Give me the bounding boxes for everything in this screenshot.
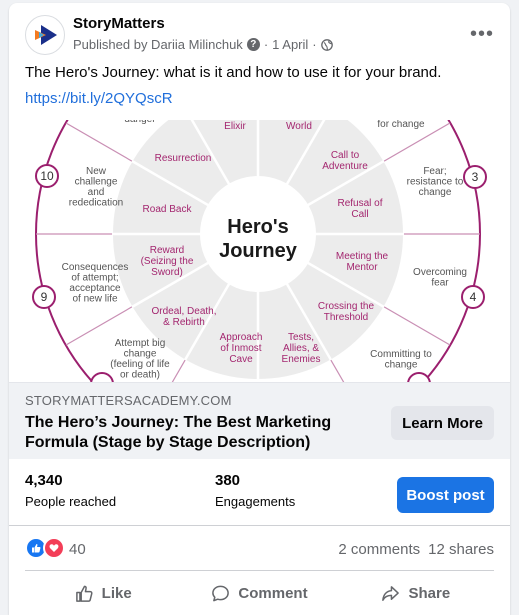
reaction-icons[interactable] [25,537,65,559]
post-meta: Published by Dariia Milinchuk ? · 1 Apri… [73,37,333,52]
comment-icon [212,585,230,601]
stage-number-3-label: 3 [472,170,479,184]
inner-label-ordeal-line2: & Rebirth [163,317,205,328]
outer-label-new-challenge-line3: and [88,187,105,198]
outer-label-attempt-big-change-line4: or death) [120,370,160,381]
stage-number-4: 4 [461,285,485,309]
post-link[interactable]: https://bit.ly/2QYQscR [25,90,173,107]
outer-label-fear-resistance-line1: Fear; [423,166,446,177]
engagements-value: 380 [215,472,241,489]
people-reached-value: 4,340 [25,472,63,489]
outer-label-danger-line1: danger [124,120,156,125]
share-icon [382,585,400,601]
share-label: Share [408,584,451,602]
meta-separator: · [263,37,269,52]
outer-label-attempt-big-change-line3: (feeling of life [110,359,170,370]
stage-number-9-label: 9 [41,290,48,304]
meta-separator: · [312,37,317,52]
comments-count[interactable]: 2 comments [338,541,420,558]
question-mark-icon[interactable]: ? [246,38,260,51]
stage-number-3: 3 [463,165,487,189]
inner-label-approach-line1: Approach [220,332,263,343]
stage-number-partial-right [407,372,431,382]
outer-label-committing-line2: change [385,360,418,371]
inner-label-refusal-of-call-line2: Call [351,209,368,220]
published-by: Published by Dariia Milinchuk [73,37,243,52]
link-domain: STORYMATTERSACADEMY.COM [25,393,232,408]
stage-number-10-label: 10 [40,169,54,183]
thumbs-up-icon [75,585,93,602]
inner-label-meeting-the-mentor-line1: Meeting the [336,251,389,262]
link-preview[interactable]: STORYMATTERSACADEMY.COM The Hero’s Journ… [9,382,510,459]
link-title[interactable]: The Hero’s Journey: The Best Marketing F… [25,413,365,453]
share-button[interactable]: Share [338,571,494,615]
comment-button[interactable]: Comment [181,571,337,615]
outer-label-fear-resistance-line3: change [419,187,452,198]
like-button[interactable]: Like [25,571,181,615]
boost-post-button[interactable]: Boost post [397,477,494,513]
outer-label-attempt-big-change-line2: change [124,349,157,360]
outer-label-consequences-line4: of new life [72,294,117,305]
outer-label-fear-resistance-line2: resistance to [407,177,464,188]
stage-number-9: 9 [32,285,56,309]
inner-label-meeting-the-mentor-line2: Mentor [346,262,378,273]
stage-number-10: 10 [35,164,59,188]
inner-label-road-back-line1: Road Back [143,204,193,215]
outer-label-new-challenge-line4: rededication [69,198,123,209]
inner-label-ordeal-line1: Ordeal, Death, [151,306,216,317]
inner-label-tests-allies-enemies-line1: Tests, [288,332,314,343]
learn-more-button[interactable]: Learn More [391,406,494,440]
inner-label-call-to-adventure-line1: Call to [331,150,360,161]
inner-label-reward-line3: Sword) [151,267,183,278]
inner-label-ordinary-world-line2: World [286,121,312,132]
post-text: The Hero's Journey: what is it and how t… [25,64,442,81]
inner-label-tests-allies-enemies-line3: Enemies [282,354,321,365]
globe-icon[interactable] [320,38,333,51]
stage-number-partial-left [90,372,114,382]
outer-label-committing-line1: Committing to [370,349,432,360]
outer-label-new-challenge-line2: challenge [75,177,118,188]
storymatters-logo-icon [35,25,57,45]
comments-shares: 2 comments 12 shares [338,541,494,558]
inner-label-crossing-the-threshold-line1: Crossing the [318,301,375,312]
outer-label-consequences-line2: of attempt; [71,273,118,284]
engagements-label: Engagements [215,494,296,509]
people-reached-label: People reached [25,494,117,509]
inner-label-reward-line2: (Seizing the [141,256,194,267]
inner-label-tests-allies-enemies-line2: Allies, & [283,343,319,354]
post-image[interactable]: Hero's Journey Return withElixirOrdinary… [9,120,510,382]
reactions-bar: 40 2 comments 12 shares [9,526,510,570]
outer-label-new-challenge-line1: New [86,166,107,177]
inner-label-crossing-the-threshold-line2: Threshold [324,312,368,323]
action-bar: Like Comment Share [25,570,494,615]
shares-count[interactable]: 12 shares [428,541,494,558]
inner-label-return-with-elixir-line2: Elixir [224,121,246,132]
outer-label-attempt-big-change-line1: Attempt big [115,338,166,349]
page-avatar[interactable] [25,15,65,55]
reaction-count[interactable]: 40 [69,541,86,558]
center-title-line1: Hero's [227,216,288,238]
post-date[interactable]: 1 April [272,37,308,52]
inner-label-refusal-of-call-line1: Refusal of [337,198,382,209]
like-label: Like [101,584,132,602]
inner-label-resurrection-line1: Resurrection [155,153,212,164]
love-reaction-icon [43,537,65,559]
inner-label-approach-line3: Cave [229,354,253,365]
inner-label-call-to-adventure-line2: Adventure [322,161,368,172]
inner-label-reward-line1: Reward [150,245,184,256]
outer-label-overcoming-fear-line2: fear [431,278,449,289]
center-title-line2: Journey [219,240,298,262]
outer-label-overcoming-fear-line1: Overcoming [413,267,467,278]
more-options-icon[interactable]: ••• [464,20,500,48]
post-card: StoryMatters Published by Dariia Milinch… [9,3,510,615]
inner-label-approach-line2: of Inmost [220,343,261,354]
stage-number-4-label: 4 [470,290,477,304]
outer-label-need-for-change-line1: for change [377,120,425,130]
comment-label: Comment [238,584,308,602]
outer-label-consequences-line1: Consequences [62,262,129,273]
outer-label-consequences-line3: acceptance [69,283,121,294]
page-name[interactable]: StoryMatters [73,15,165,32]
post-insights: 4,340 People reached 380 Engagements Boo… [9,458,510,526]
